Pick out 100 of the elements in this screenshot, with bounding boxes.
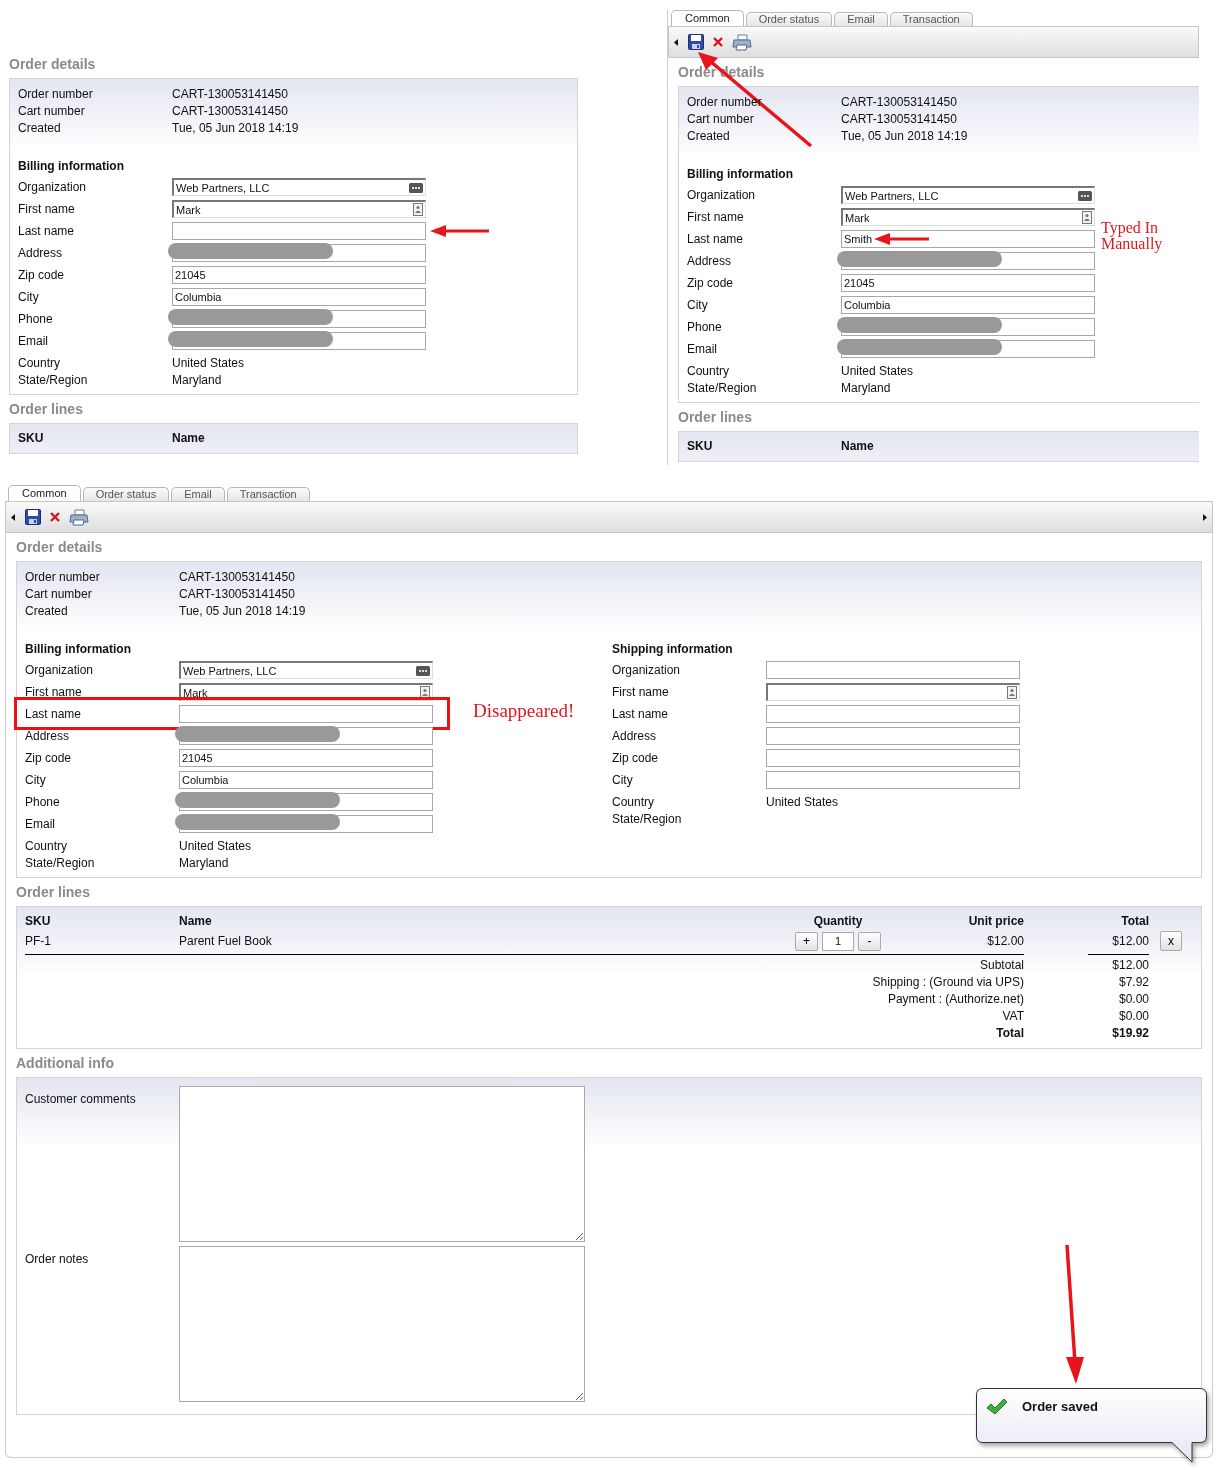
field-label: Order number [18,86,94,101]
field-label: Organization [687,188,757,202]
field-value: United States [179,838,252,853]
field-label: State/Region [25,855,96,870]
text-field[interactable]: 21045 [172,266,426,284]
text-field[interactable] [172,222,426,240]
person-card-icon[interactable] [1007,686,1017,699]
group-heading: Billing information [25,641,132,658]
text-field[interactable]: Columbia [172,288,426,306]
text-field[interactable] [766,683,1020,701]
field-value: CART-130053141450 [172,86,288,101]
quantity-field[interactable]: 1 [821,931,855,951]
remove-button[interactable]: x [1160,931,1182,951]
field-label: Phone [687,320,723,334]
field-label: Organization [18,180,88,194]
column-header: Quantity [812,913,864,930]
field-value: Maryland [841,380,891,395]
text-field[interactable]: Smith [841,230,1095,248]
text-field[interactable]: 21045 [179,749,433,767]
text-field[interactable]: Columbia [841,296,1095,314]
text-field[interactable] [766,727,1020,745]
printer-icon[interactable] [69,508,89,526]
tab[interactable]: Common [8,485,81,501]
field-label: State/Region [18,372,89,387]
person-card-icon[interactable] [420,686,430,699]
column-header: Unit price [967,913,1024,930]
decrease-button[interactable]: - [858,931,881,951]
person-card-icon[interactable] [413,203,423,216]
section-title: Order lines [9,400,84,419]
ellipsis-icon[interactable] [416,665,430,676]
field-label: Zip code [18,268,66,282]
text-field[interactable]: Mark [172,200,426,218]
field-label: Country [25,838,69,853]
field-label: Country [612,794,656,809]
text-field[interactable] [766,661,1020,679]
tab[interactable]: Common [671,10,744,26]
field-label: Order number [25,569,101,584]
text-field[interactable]: Web Partners, LLC [841,186,1095,204]
section-title: Order details [9,55,97,74]
tab[interactable]: Order status [745,12,833,26]
field-label: First name [612,685,670,699]
field-label: Country [687,363,731,378]
field-label: Organization [25,663,95,677]
field-label: Zip code [687,276,735,290]
field-label: Customer comments [25,1091,137,1106]
field-label: Zip code [612,751,660,765]
field-value: United States [841,363,914,378]
field-value: CART-130053141450 [172,103,288,118]
text-field[interactable]: Web Partners, LLC [172,178,426,196]
field-label: Last name [18,224,76,238]
increase-button[interactable]: + [795,931,818,951]
save-icon[interactable] [688,34,704,50]
field-value: Tue, 05 Jun 2018 14:19 [172,120,299,135]
field-label: Phone [25,795,61,809]
text-field[interactable] [766,749,1020,767]
text-field[interactable] [766,705,1020,723]
delete-icon[interactable] [712,36,724,48]
text-field[interactable] [766,771,1020,789]
ellipsis-icon[interactable] [409,182,423,193]
tab[interactable]: Email [171,487,225,501]
save-icon[interactable] [25,509,41,525]
notification-text: Order saved [1022,1398,1098,1414]
text-field[interactable]: 21045 [841,274,1095,292]
tab[interactable]: Transaction [889,12,973,26]
ellipsis-icon[interactable] [1078,190,1092,201]
text-field[interactable] [179,705,433,723]
column-header: Total [1120,913,1149,930]
printer-icon[interactable] [732,33,752,51]
field-label: State/Region [612,811,683,826]
field-value: United States [766,794,839,809]
field-label: City [687,298,709,312]
scroll-right-icon[interactable] [1203,513,1207,521]
scroll-left-icon[interactable] [674,38,678,46]
delete-icon[interactable] [49,511,61,523]
person-card-icon[interactable] [1082,211,1092,224]
field-label: Organization [612,663,682,677]
field-value: Tue, 05 Jun 2018 14:19 [841,128,968,143]
field-value: Maryland [179,855,229,870]
section-title: Order lines [678,408,753,427]
table-cell-text: $12.00 [986,934,1024,948]
total-value: $12.00 [1111,957,1149,974]
text-field[interactable]: Web Partners, LLC [179,661,433,679]
field-label: Country [18,355,62,370]
table-cell-text: PF-1 [25,934,52,948]
field-label: Last name [612,707,670,721]
annotation-text: Typed In Manually [1101,220,1164,252]
tab[interactable]: Email [834,12,888,26]
text-field[interactable]: Columbia [179,771,433,789]
group-heading: Billing information [18,158,125,175]
column-header: Name [172,430,206,447]
tab[interactable]: Order status [82,487,170,501]
field-label: Last name [687,232,745,246]
total-label: Shipping : (Ground via UPS) [871,974,1024,991]
tab[interactable]: Transaction [226,487,310,501]
table-cell-text: $12.00 [1111,934,1149,948]
text-field[interactable]: Mark [841,208,1095,226]
field-label: City [18,290,40,304]
field-label: Phone [18,312,54,326]
scroll-left-icon[interactable] [11,513,15,521]
field-label: First name [18,202,76,216]
